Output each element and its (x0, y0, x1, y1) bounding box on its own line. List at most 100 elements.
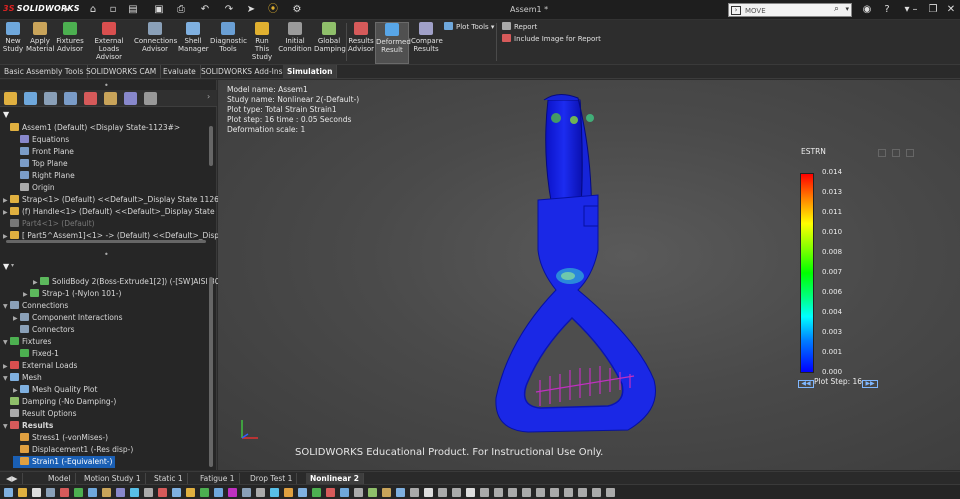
expand-arrow-icon[interactable]: ▼ (3, 337, 10, 349)
results-advisor-button[interactable]: Results Advisor (348, 22, 374, 64)
status-tool-icon[interactable] (480, 488, 489, 497)
configuration-manager-tab-icon[interactable] (44, 92, 57, 105)
search-commands-box[interactable]: › ⌕ ▾ (728, 3, 852, 17)
cam-tools-tab-icon[interactable] (124, 92, 137, 105)
status-tool-icon[interactable] (284, 488, 293, 497)
status-tool-icon[interactable] (578, 488, 587, 497)
status-tool-icon[interactable] (424, 488, 433, 497)
global-damping-button[interactable]: Global Damping (314, 22, 346, 64)
dimxpert-tab-icon[interactable] (64, 92, 77, 105)
home-icon[interactable]: ⌂ (86, 3, 100, 17)
status-tool-icon[interactable] (46, 488, 55, 497)
status-tool-icon[interactable] (494, 488, 503, 497)
previous-step-icon[interactable]: ◀◀ (798, 380, 814, 388)
viewport-restore-icon[interactable] (892, 149, 900, 157)
filter-icon[interactable]: ▼ (3, 110, 9, 119)
status-tool-icon[interactable] (522, 488, 531, 497)
tree-item[interactable]: Stress1 (-vonMises-) (13, 432, 108, 444)
status-tool-icon[interactable] (326, 488, 335, 497)
status-tool-icon[interactable] (536, 488, 545, 497)
viewport-minimize-icon[interactable] (878, 149, 886, 157)
graphics-viewport[interactable]: Model name: Assem1 Study name: Nonlinear … (218, 80, 960, 470)
status-tool-icon[interactable] (256, 488, 265, 497)
status-tool-icon[interactable] (550, 488, 559, 497)
status-tool-icon[interactable] (592, 488, 601, 497)
tree-item[interactable]: Origin (13, 182, 55, 194)
diagnostic-tools-button[interactable]: Diagnostic Tools (210, 22, 247, 64)
open-folder-icon[interactable]: ▤ (126, 3, 140, 17)
tree-item[interactable]: Result Options (3, 408, 77, 420)
shell-manager-button[interactable]: Shell Manager (178, 22, 209, 64)
status-tool-icon[interactable] (18, 488, 27, 497)
status-tool-icon[interactable] (228, 488, 237, 497)
tree-item[interactable]: ▼ Fixtures (3, 336, 51, 348)
connections-advisor-button[interactable]: Connections Advisor (134, 22, 177, 64)
select-arrow-icon[interactable]: ➤ (244, 3, 258, 17)
tree-item[interactable]: Assem1 (Default) <Display State-1123#> (3, 122, 180, 134)
initial-condition-button[interactable]: Initial Condition (278, 22, 312, 64)
tree-item[interactable]: Equations (13, 134, 69, 146)
report-button[interactable]: Report (502, 22, 537, 33)
expand-arrow-icon[interactable]: ▼ (3, 301, 10, 313)
status-tool-icon[interactable] (88, 488, 97, 497)
study-tab-model[interactable]: Model (44, 473, 76, 484)
apply-material-button[interactable]: Apply Material (26, 22, 54, 64)
command-tab-solidworks-cam[interactable]: SOLIDWORKS CAM (82, 65, 162, 78)
status-tool-icon[interactable] (396, 488, 405, 497)
status-tool-icon[interactable] (4, 488, 13, 497)
tree-item[interactable]: Right Plane (13, 170, 75, 182)
status-tool-icon[interactable] (186, 488, 195, 497)
status-tool-icon[interactable] (382, 488, 391, 497)
tree-item[interactable]: Connectors (13, 324, 75, 336)
feature-tree-scrollbar[interactable] (209, 126, 213, 166)
status-tool-icon[interactable] (410, 488, 419, 497)
status-tool-icon[interactable] (312, 488, 321, 497)
status-tool-icon[interactable] (102, 488, 111, 497)
status-tool-icon[interactable] (270, 488, 279, 497)
panel-splitter-handle[interactable]: • (104, 250, 109, 259)
status-tool-icon[interactable] (452, 488, 461, 497)
external-loads-advisor-button[interactable]: External Loads Advisor (86, 22, 132, 64)
fixtures-advisor-button[interactable]: Fixtures Advisor (56, 22, 84, 64)
close-icon[interactable]: ✕ (944, 3, 958, 17)
status-tool-icon[interactable] (564, 488, 573, 497)
chevron-down-icon[interactable]: ▾ (11, 262, 14, 269)
tree-item[interactable]: ▶ Component Interactions (13, 312, 123, 324)
help-icon[interactable]: ? (880, 3, 894, 17)
status-tool-icon[interactable] (144, 488, 153, 497)
search-input[interactable] (745, 5, 833, 16)
tree-item[interactable]: ▼ Results (3, 420, 53, 432)
property-manager-tab-icon[interactable] (24, 92, 37, 105)
status-tool-icon[interactable] (60, 488, 69, 497)
status-tool-icon[interactable] (158, 488, 167, 497)
minimize-icon[interactable]: – (908, 3, 922, 17)
command-tab-basic-assembly-tools[interactable]: Basic Assembly Tools (0, 65, 89, 78)
new-document-icon[interactable]: ▫ (106, 3, 120, 17)
study-tab-fatigue-1[interactable]: Fatigue 1 (196, 473, 240, 484)
filter-icon[interactable]: ▼ (3, 262, 9, 271)
tree-item[interactable]: Top Plane (13, 158, 68, 170)
new-study-button[interactable]: New Study (2, 22, 24, 64)
tree-item[interactable]: Front Plane (13, 146, 74, 158)
study-tab-motion-study-1[interactable]: Motion Study 1 (80, 473, 146, 484)
include-image-for-report-button[interactable]: Include Image for Report (502, 34, 601, 45)
tree-item[interactable]: ▼ Mesh (3, 372, 42, 384)
status-tool-icon[interactable] (466, 488, 475, 497)
command-tab-simulation[interactable]: Simulation (283, 65, 338, 78)
status-tool-icon[interactable] (298, 488, 307, 497)
expand-arrow-icon[interactable]: ▼ (3, 373, 10, 385)
tree-item[interactable]: Damping (-No Damping-) (3, 396, 116, 408)
tree-item[interactable]: Strain1 (-Equivalent-) (13, 456, 116, 468)
expand-arrow-icon[interactable]: ▼ (3, 421, 10, 433)
status-tool-icon[interactable] (130, 488, 139, 497)
status-tool-icon[interactable] (354, 488, 363, 497)
search-icon[interactable]: ⌕ (834, 4, 839, 14)
chevron-down-icon[interactable]: ▾ (845, 5, 849, 13)
study-tab-static-1[interactable]: Static 1 (150, 473, 188, 484)
compare-results-button[interactable]: Compare Results (411, 22, 443, 64)
save-icon[interactable]: ▣ (152, 3, 166, 17)
panel-splitter-handle[interactable]: • (104, 81, 109, 90)
traffic-light-icon[interactable]: ⦿ (266, 3, 280, 17)
status-tool-icon[interactable] (340, 488, 349, 497)
options-gear-icon[interactable]: ⚙ (290, 3, 304, 17)
